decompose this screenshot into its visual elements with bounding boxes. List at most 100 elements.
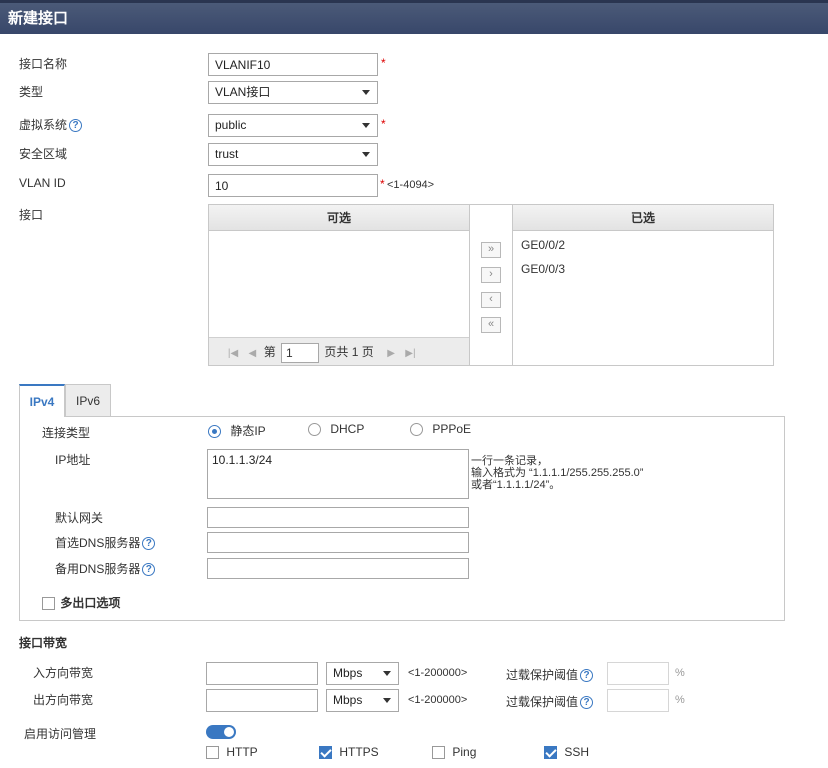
radio-pppoe-label: PPPoE (432, 422, 472, 436)
access-management-toggle[interactable] (206, 725, 236, 739)
inbound-threshold-text: 过载保护阈值 (506, 668, 579, 682)
available-list-body (209, 231, 469, 337)
vsys-label: 虚拟系统? (19, 116, 83, 133)
name-label: 接口名称 (19, 57, 68, 71)
selected-list: 已选 GE0/0/2 GE0/0/3 (512, 204, 774, 366)
vsys-required-mark: * (381, 117, 386, 131)
zone-label: 安全区域 (19, 147, 68, 161)
pager-suffix: 页共 1 页 (324, 345, 374, 359)
gateway-input[interactable] (207, 507, 469, 528)
checkbox-checked-icon[interactable] (544, 746, 557, 760)
protocol-http-label: HTTP (226, 745, 258, 759)
first-page-icon[interactable]: |◀ (225, 340, 241, 368)
checkbox-icon[interactable] (42, 597, 55, 611)
help-icon[interactable]: ? (142, 537, 156, 551)
protocol-http[interactable]: HTTP (206, 745, 258, 760)
chevron-down-icon (362, 123, 370, 128)
dns1-label: 首选DNS服务器? (55, 534, 156, 551)
move-left-button[interactable]: ‹ (481, 292, 501, 308)
checkbox-checked-icon[interactable] (319, 746, 332, 760)
move-right-button[interactable]: › (481, 267, 501, 283)
dns1-input[interactable] (207, 532, 469, 553)
bandwidth-title: 接口带宽 (19, 636, 68, 650)
chevron-down-icon (362, 90, 370, 95)
help-icon[interactable]: ? (580, 696, 594, 710)
vlan-id-label: VLAN ID (19, 176, 66, 190)
inbound-percent-sign: % (675, 667, 685, 679)
inbound-threshold-label: 过载保护阈值? (506, 666, 594, 683)
vsys-label-text: 虚拟系统 (19, 118, 68, 132)
name-input[interactable] (208, 53, 378, 76)
zone-select[interactable]: trust (208, 143, 378, 166)
protocol-https[interactable]: HTTPS (319, 745, 379, 760)
move-all-right-button[interactable]: » (481, 242, 501, 258)
protocol-ssh[interactable]: SSH (544, 745, 589, 760)
ip-hint-line: 一行一条记录， (471, 455, 548, 467)
tab-ipv4[interactable]: IPv4 (19, 384, 65, 417)
ip-hint-line: 或者“1.1.1.1/24”。 (471, 479, 561, 491)
move-buttons-column: » › ‹ « (470, 204, 512, 366)
radio-static-ip[interactable]: 静态IP (208, 422, 266, 439)
vsys-select[interactable]: public (208, 114, 378, 137)
outbound-percent-sign: % (675, 694, 685, 706)
outbound-bandwidth-input[interactable] (206, 689, 318, 712)
radio-dhcp[interactable]: DHCP (308, 422, 365, 437)
move-all-left-button[interactable]: « (481, 317, 501, 333)
radio-icon[interactable] (410, 423, 423, 437)
outbound-range-hint: <1-200000> (408, 694, 468, 706)
protocol-https-label: HTTPS (339, 745, 379, 759)
checkbox-icon[interactable] (206, 746, 219, 760)
dns2-input[interactable] (207, 558, 469, 579)
inbound-bandwidth-input[interactable] (206, 662, 318, 685)
inbound-unit-select[interactable]: Mbps (326, 662, 399, 685)
inbound-range-hint: <1-200000> (408, 667, 468, 679)
list-item[interactable]: GE0/0/2 (521, 235, 765, 259)
vlan-id-required-mark: * (380, 177, 385, 191)
outbound-unit-select[interactable]: Mbps (326, 689, 399, 712)
available-list-title: 可选 (209, 205, 469, 231)
zone-select-value: trust (215, 147, 239, 161)
radio-pppoe[interactable]: PPPoE (410, 422, 472, 437)
tab-ipv6[interactable]: IPv6 (65, 384, 111, 416)
chevron-down-icon (383, 671, 391, 676)
inbound-unit-value: Mbps (333, 666, 363, 680)
window-title: 新建接口 (0, 0, 828, 34)
next-page-icon[interactable]: ▶ (383, 340, 399, 368)
protocol-ping-label: Ping (452, 745, 477, 759)
radio-icon[interactable] (208, 425, 221, 439)
selected-list-body: GE0/0/2 GE0/0/3 (513, 231, 773, 287)
pager-prefix: 第 (263, 345, 276, 359)
pager: |◀ ◀ 第 1 页共 1 页 ▶ ▶| (209, 337, 469, 365)
help-icon[interactable]: ? (142, 563, 156, 577)
page-input[interactable]: 1 (281, 342, 320, 363)
chevron-down-icon (362, 152, 370, 157)
radio-dhcp-label: DHCP (330, 422, 365, 436)
ip-address-textarea[interactable]: 10.1.1.3/24 (207, 449, 469, 499)
prev-page-icon[interactable]: ◀ (244, 340, 260, 368)
gateway-label: 默认网关 (55, 511, 104, 525)
radio-static-ip-label: 静态IP (230, 424, 266, 438)
radio-icon[interactable] (308, 423, 321, 437)
type-select[interactable]: VLAN接口 (208, 81, 378, 104)
checkbox-icon[interactable] (432, 746, 445, 760)
type-select-value: VLAN接口 (215, 85, 271, 99)
protocol-ping[interactable]: Ping (432, 745, 477, 760)
dns2-label-text: 备用DNS服务器 (55, 562, 141, 576)
help-icon[interactable]: ? (69, 119, 83, 133)
outbound-threshold-input[interactable] (607, 689, 669, 712)
multi-exit-label: 多出口选项 (60, 596, 121, 610)
access-management-label: 启用访问管理 (24, 727, 97, 741)
vsys-select-value: public (215, 118, 247, 132)
outbound-unit-value: Mbps (333, 693, 363, 707)
vlan-id-input[interactable] (208, 174, 378, 197)
list-item[interactable]: GE0/0/3 (521, 259, 765, 283)
outbound-threshold-label: 过载保护阈值? (506, 693, 594, 710)
multi-exit-checkbox[interactable]: 多出口选项 (42, 594, 120, 611)
help-icon[interactable]: ? (580, 669, 594, 683)
dns1-label-text: 首选DNS服务器 (55, 536, 141, 550)
inbound-threshold-input[interactable] (607, 662, 669, 685)
type-label: 类型 (19, 85, 44, 99)
inbound-bandwidth-label: 入方向带宽 (33, 666, 94, 680)
last-page-icon[interactable]: ▶| (402, 340, 418, 368)
vlan-id-range-hint: <1-4094> (387, 179, 435, 191)
